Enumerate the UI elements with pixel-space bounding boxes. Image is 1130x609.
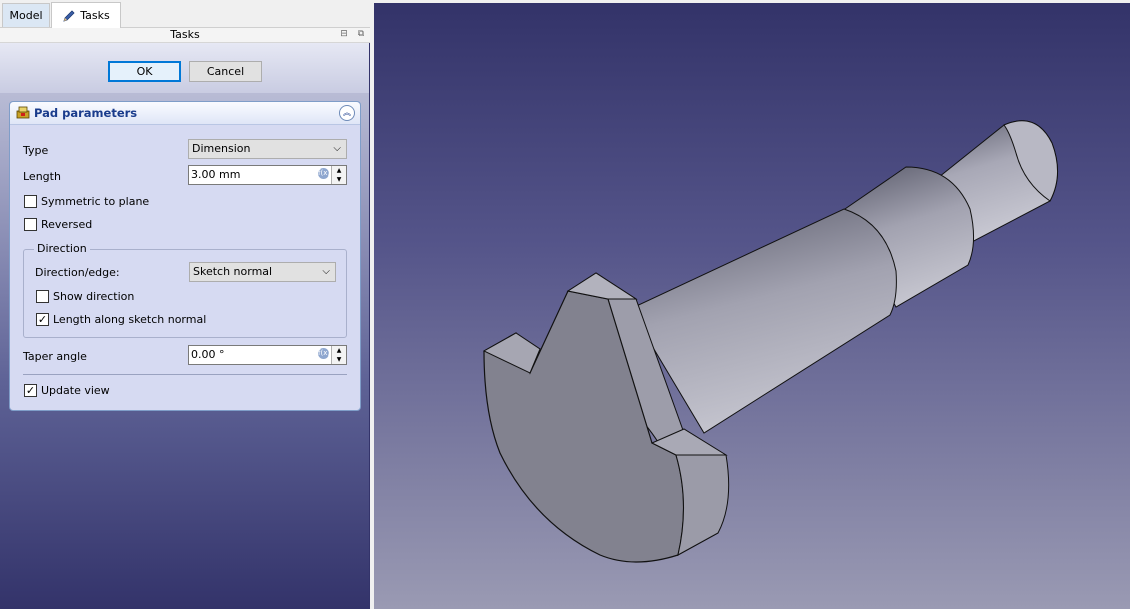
ok-button[interactable]: OK [108, 61, 181, 82]
ok-button-label: OK [136, 65, 153, 78]
panel-titlebar: Tasks ⊟ ⧉ [0, 28, 370, 43]
pad-parameters-header[interactable]: Pad parameters ︽ [10, 102, 360, 125]
undock-icon[interactable]: ⧉ [356, 29, 366, 39]
tab-tasks[interactable]: Tasks [51, 2, 121, 28]
fx-icon[interactable]: f(x) [318, 348, 330, 359]
taper-angle-input[interactable]: 0.00 ° f(x) ▲ ▼ [188, 345, 347, 365]
update-view-checkbox[interactable]: ✓ [24, 384, 37, 397]
float-icon[interactable]: ⊟ [339, 29, 349, 39]
symmetric-checkbox[interactable] [24, 195, 37, 208]
chevron-down-icon: ⌵ [322, 266, 330, 277]
pad-edge-curve [675, 454, 730, 556]
show-direction-checkbox[interactable] [36, 290, 49, 303]
reversed-label: Reversed [41, 218, 93, 231]
taper-angle-value: 0.00 ° [191, 348, 225, 361]
direction-group-title: Direction [34, 242, 90, 255]
pad-parameters-panel: Pad parameters ︽ Type Dimension ⌵ Length… [9, 101, 361, 411]
direction-edge-label: Direction/edge: [35, 266, 120, 279]
update-view-label: Update view [41, 384, 110, 397]
chevron-down-icon: ⌵ [333, 143, 341, 154]
type-label: Type [23, 144, 49, 157]
direction-group: Direction Direction/edge: Sketch normal … [23, 242, 347, 338]
length-label: Length [23, 170, 61, 183]
type-select[interactable]: Dimension ⌵ [188, 139, 347, 159]
button-box [0, 43, 369, 93]
length-input[interactable]: 3.00 mm f(x) ▲ ▼ [188, 165, 347, 185]
cancel-button-label: Cancel [206, 65, 245, 78]
chevron-double-up-icon[interactable]: ︽ [339, 105, 355, 121]
separator [23, 374, 347, 375]
direction-edge-value: Sketch normal [193, 265, 273, 278]
fx-icon[interactable]: f(x) [318, 168, 330, 179]
pad-feature-icon [16, 106, 30, 119]
length-input-value: 3.00 mm [191, 168, 241, 181]
pencil-icon [63, 9, 75, 22]
tab-model[interactable]: Model [2, 3, 50, 27]
reversed-checkbox[interactable] [24, 218, 37, 231]
3d-view[interactable] [374, 0, 1130, 609]
type-select-value: Dimension [192, 142, 251, 155]
taper-angle-label: Taper angle [23, 350, 87, 363]
cancel-button[interactable]: Cancel [189, 61, 262, 82]
combo-view: Model Tasks Tasks ⊟ ⧉ OK Cancel Pad para… [0, 0, 370, 609]
along-normal-label: Length along sketch normal [53, 313, 207, 326]
symmetric-label: Symmetric to plane [41, 195, 150, 208]
direction-edge-select[interactable]: Sketch normal ⌵ [189, 262, 336, 282]
pad-part-model [482, 120, 1058, 563]
tab-tasks-label: Tasks [80, 9, 110, 22]
spin-arrows-icon[interactable]: ▲ ▼ [331, 166, 346, 184]
along-normal-checkbox[interactable]: ✓ [36, 313, 49, 326]
pad-parameters-title: Pad parameters [34, 106, 138, 120]
tab-bar: Model Tasks [0, 0, 370, 28]
show-direction-label: Show direction [53, 290, 135, 303]
spin-arrows-icon[interactable]: ▲ ▼ [331, 346, 346, 364]
panel-title: Tasks [170, 28, 200, 41]
tab-model-label: Model [9, 9, 43, 22]
